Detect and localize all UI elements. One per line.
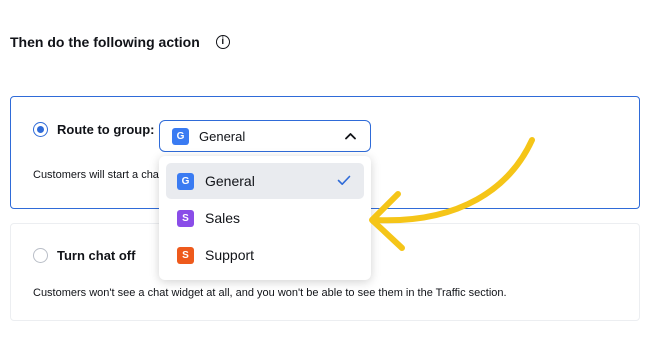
general-group-badge: G xyxy=(172,127,189,145)
dropdown-item-label: General xyxy=(205,173,255,189)
support-group-badge: S xyxy=(177,246,194,264)
turn-chat-off-option[interactable]: Turn chat off xyxy=(33,248,135,263)
route-to-group-option[interactable]: Route to group: xyxy=(33,122,154,137)
chevron-up-icon xyxy=(345,133,356,140)
info-icon[interactable]: i xyxy=(215,35,230,49)
sales-group-badge: S xyxy=(177,209,194,227)
turn-chat-off-label: Turn chat off xyxy=(57,248,136,263)
dropdown-item-label: Sales xyxy=(205,210,241,226)
turn-chat-off-radio[interactable] xyxy=(33,248,48,263)
dropdown-item-label: Support xyxy=(205,247,255,263)
group-select[interactable]: G General xyxy=(159,120,371,152)
route-to-group-label: Route to group: xyxy=(57,122,155,137)
group-select-value: General xyxy=(199,128,246,144)
turn-chat-off-description: Customers won't see a chat widget at all… xyxy=(33,287,507,299)
dropdown-item-sales[interactable]: S Sales xyxy=(166,200,364,236)
dropdown-item-support[interactable]: S Support xyxy=(166,237,364,273)
section-title: Then do the following action xyxy=(10,34,200,50)
section-heading: Then do the following action i xyxy=(10,34,230,50)
group-dropdown-menu: G General S Sales S Support xyxy=(159,156,371,280)
check-icon xyxy=(337,175,351,185)
dropdown-item-general[interactable]: G General xyxy=(166,163,364,199)
annotation-arrow xyxy=(369,137,535,251)
route-to-group-radio[interactable] xyxy=(33,122,48,137)
general-group-badge: G xyxy=(177,172,194,190)
